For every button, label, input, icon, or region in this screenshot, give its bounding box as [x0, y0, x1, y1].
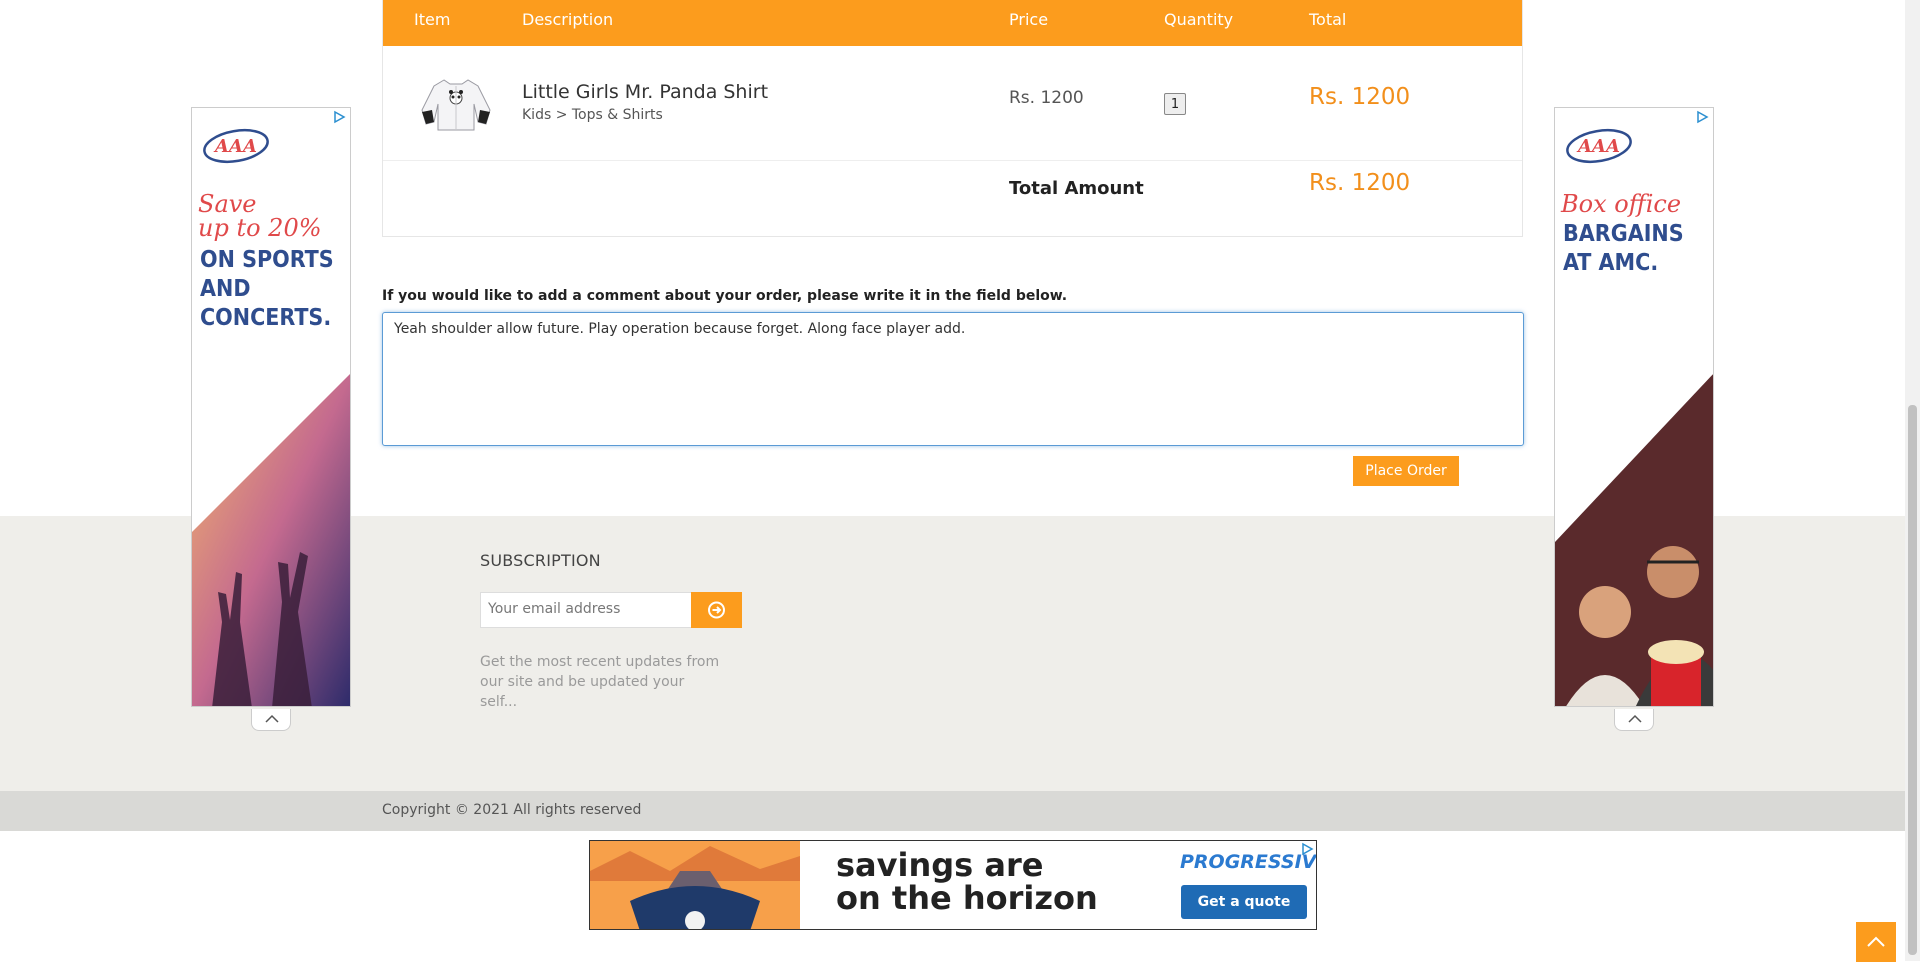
left-ad-collapse-tab[interactable]	[251, 709, 291, 731]
subscription-title: SUBSCRIPTION	[480, 551, 601, 570]
scroll-to-top-button[interactable]	[1856, 922, 1896, 962]
cart-table-header: Item Description Price Quantity Total	[383, 0, 1522, 46]
svg-text:AAA: AAA	[213, 136, 257, 157]
product-name[interactable]: Little Girls Mr. Panda Shirt	[522, 81, 768, 103]
ad-script-line-2: up to 20%	[198, 214, 322, 242]
total-amount-label: Total Amount	[1009, 178, 1144, 199]
motorcycle-road-image	[590, 841, 800, 929]
left-ad-banner[interactable]: AAA Save up to 20% ON SPORTS AND CONCERT…	[191, 107, 351, 707]
product-category: Kids > Tops & Shirts	[522, 107, 663, 123]
aaa-logo: AAA	[203, 128, 269, 164]
bottom-ad-headline-2: on the horizon	[836, 879, 1098, 917]
ad-bold-line-1: ON SPORTS	[200, 247, 334, 273]
header-item: Item	[414, 10, 451, 29]
ad-choices-icon[interactable]	[1695, 110, 1709, 124]
product-image[interactable]	[416, 70, 496, 136]
ad-bold-line-2: AT AMC.	[1563, 250, 1659, 276]
ad-script-line-1: Save	[198, 190, 257, 218]
copyright-text: Copyright © 2021 All rights reserved	[382, 802, 642, 818]
cart-table: Item Description Price Quantity Total Li…	[382, 0, 1523, 237]
svg-text:AAA: AAA	[1576, 136, 1620, 157]
total-amount-value: Rs. 1200	[1309, 170, 1411, 196]
header-quantity: Quantity	[1164, 10, 1234, 29]
subscribe-button[interactable]	[691, 592, 742, 628]
ad-choices-icon[interactable]	[1300, 842, 1314, 856]
ad-bold-line-1: BARGAINS	[1563, 221, 1684, 247]
quantity-field[interactable]: 1	[1164, 93, 1186, 115]
bottom-ad-banner[interactable]: savings are on the horizon PROGRESSIVE G…	[589, 840, 1317, 930]
scrollbar-thumb[interactable]	[1908, 405, 1917, 955]
product-price: Rs. 1200	[1009, 88, 1084, 108]
aaa-logo: AAA	[1566, 128, 1632, 164]
row-total: Rs. 1200	[1309, 84, 1411, 110]
ad-bold-line-2: AND	[200, 276, 251, 302]
ad-choices-icon[interactable]	[332, 110, 346, 124]
get-a-quote-button[interactable]: Get a quote	[1181, 885, 1307, 919]
place-order-button[interactable]: Place Order	[1353, 456, 1459, 486]
scroll-to-top-icon	[1867, 936, 1885, 947]
concert-crowd-image	[192, 374, 350, 706]
comment-label: If you would like to add a comment about…	[382, 288, 1068, 304]
chevron-up-icon	[265, 714, 279, 723]
header-price: Price	[1009, 10, 1049, 29]
header-total: Total	[1309, 10, 1347, 29]
movie-audience-image	[1555, 374, 1713, 706]
copyright-bar	[0, 791, 1905, 831]
arrow-right-circle-icon	[708, 601, 725, 619]
ad-bold-line-3: CONCERTS.	[200, 305, 332, 331]
right-ad-collapse-tab[interactable]	[1614, 709, 1654, 731]
row-divider	[383, 160, 1522, 161]
chevron-up-icon	[1628, 714, 1642, 723]
progressive-logo: PROGRESSIVE	[1180, 851, 1317, 873]
comment-textarea[interactable]: Yeah shoulder allow future. Play operati…	[382, 312, 1524, 446]
email-field[interactable]: Your email address	[480, 592, 692, 628]
ad-script-line-1: Box office	[1561, 190, 1682, 218]
subscription-description: Get the most recent updates from our sit…	[480, 654, 720, 710]
right-ad-banner[interactable]: AAA Box office BARGAINS AT AMC.	[1554, 107, 1714, 707]
bottom-ad-headline-1: savings are	[836, 846, 1044, 884]
header-description: Description	[522, 10, 614, 29]
